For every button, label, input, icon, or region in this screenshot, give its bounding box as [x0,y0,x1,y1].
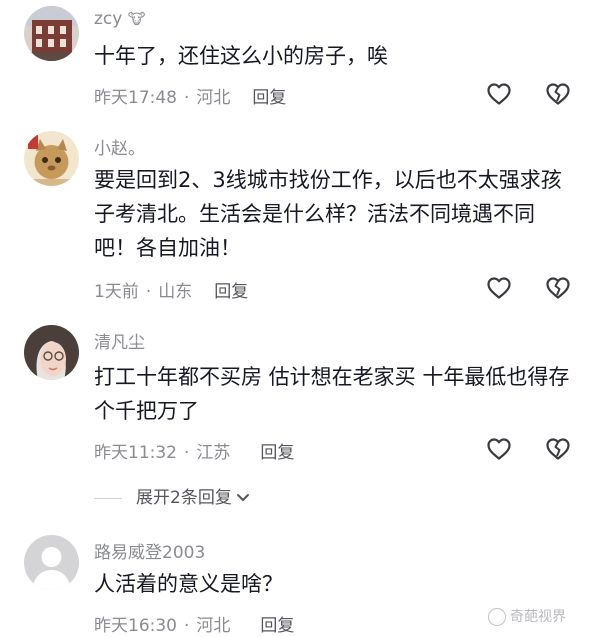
divider-line [94,497,122,499]
comment-meta: 1天前 · 山东 回复 [94,277,248,302]
expand-replies-label: 展开2条回复 [136,488,232,508]
separator: · [145,282,152,302]
broken-heart-icon [546,438,570,460]
comment-location: 河北 [196,88,231,108]
comment-text: 打工十年都不买房 估计想在老家买 十年最低也得存个千把万了 [94,365,570,423]
like-button[interactable] [486,82,512,106]
heart-outline-icon [487,277,511,299]
watermark-logo-icon [488,608,506,626]
username[interactable]: 路易威登2003 [94,538,205,563]
like-button[interactable] [486,276,512,300]
watermark-text: 奇葩视界 [510,609,566,625]
dislike-button[interactable] [545,82,571,106]
comment-time: 昨天11:32 [94,443,177,463]
like-button[interactable] [486,437,512,461]
dislike-button[interactable] [545,276,571,300]
comment-time: 昨天16:30 [94,616,177,636]
broken-heart-icon [546,83,570,105]
reply-button[interactable]: 回复 [260,616,294,636]
separator: · [184,443,190,463]
comment-meta: 昨天11:32 · 江苏 回复 [94,438,294,463]
comment-meta: 昨天17:48 · 河北 回复 [94,83,286,108]
avatar[interactable] [24,325,79,380]
username[interactable]: zcy 🐮 [94,9,146,29]
heart-outline-icon [487,438,511,460]
comment-meta: 昨天16:30 · 河北 回复 [94,611,294,636]
username-text: zcy [94,9,123,29]
separator: · [184,88,190,108]
avatar[interactable] [24,131,79,186]
comment-text: 十年了，还住这么小的房子，唉 [94,44,388,68]
reply-button[interactable]: 回复 [214,282,248,302]
comment-location: 山东 [158,282,193,302]
comment-time: 1天前 [94,282,139,302]
broken-heart-icon [546,277,570,299]
reply-button[interactable]: 回复 [260,443,294,463]
comment-text: 人活着的意义是啥？ [94,572,283,596]
watermark: 奇葩视界 [488,606,566,626]
expand-replies-button[interactable]: 展开2条回复 [94,483,250,508]
username[interactable]: 清凡尘 [94,328,145,353]
comment-location: 江苏 [196,443,231,463]
comment-text: 要是回到2、3线城市找份工作，以后也不太强求孩子考清北。生活会是什么样？活法不同… [94,168,562,260]
separator: · [184,616,190,636]
avatar[interactable] [24,535,79,590]
username[interactable]: 小赵。 [94,134,145,159]
comment-location: 河北 [196,616,231,636]
heart-outline-icon [487,83,511,105]
reply-button[interactable]: 回复 [252,88,286,108]
avatar[interactable] [24,6,79,61]
dislike-button[interactable] [545,437,571,461]
comment-time: 昨天17:48 [94,88,177,108]
chevron-down-icon [236,488,250,508]
user-badge-icon: 🐮 [127,10,146,28]
